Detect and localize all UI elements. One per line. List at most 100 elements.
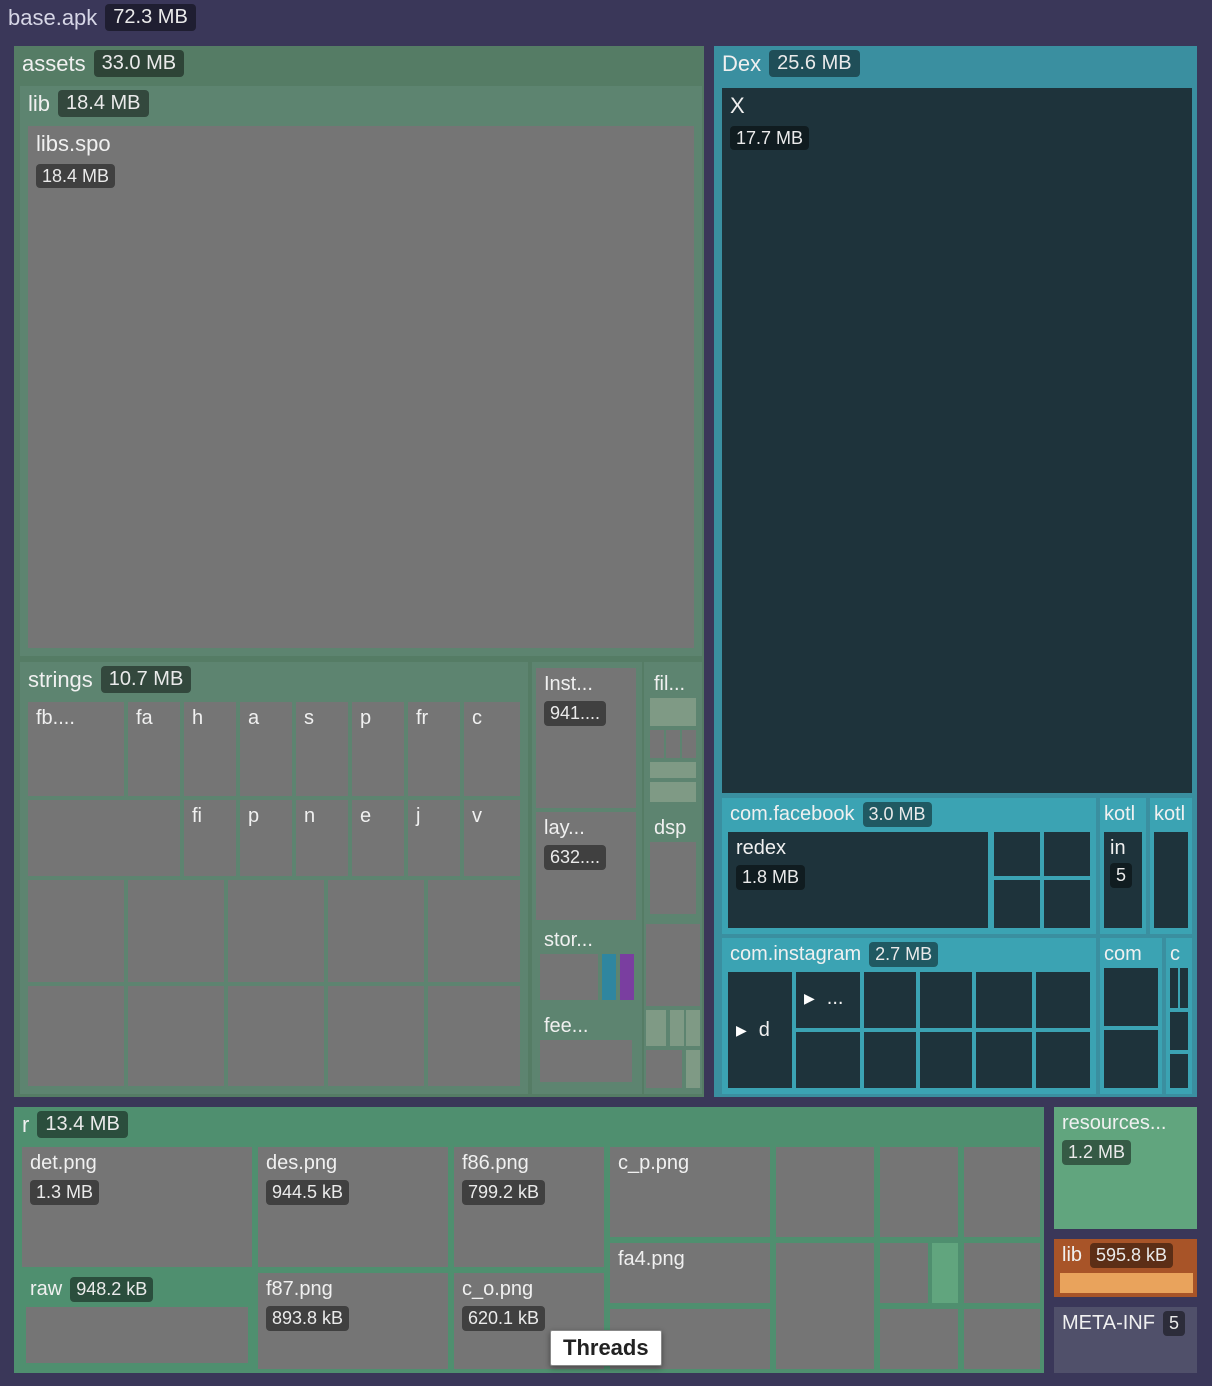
c-leaf2[interactable] [1180, 968, 1188, 1008]
node-des[interactable]: des.png 944.5 kB [258, 1147, 448, 1267]
cell-c[interactable]: c [464, 702, 520, 796]
stor-leaf-purple[interactable] [620, 954, 634, 1000]
comig-l4[interactable] [976, 972, 1032, 1028]
fil-leaf1[interactable] [650, 698, 696, 726]
cell-p[interactable]: p [352, 702, 404, 796]
cell-r4a[interactable] [28, 986, 124, 1086]
node-raw[interactable]: raw948.2 kB [22, 1273, 252, 1369]
cell-fi[interactable]: fi [184, 800, 236, 876]
c3b[interactable] [670, 1010, 684, 1046]
comig-dots[interactable]: ... [796, 972, 860, 1028]
node-dex[interactable]: Dex 25.6 MB X 17.7 MB com.facebook3.0 MB… [712, 44, 1199, 1099]
node-strings[interactable]: strings 10.7 MB fb.... fa h a s p fr c f… [20, 662, 528, 1094]
com-leaf1[interactable] [1104, 968, 1158, 1026]
comig-d[interactable]: d [728, 972, 792, 1088]
cell-s[interactable]: s [296, 702, 348, 796]
fil-leaf3[interactable] [666, 730, 680, 758]
comig-l7[interactable] [920, 1032, 972, 1088]
cell-v[interactable]: v [464, 800, 520, 876]
cell-r3a[interactable] [28, 880, 124, 982]
r-leaf-i[interactable] [964, 1309, 1040, 1369]
cell-r3c[interactable] [228, 880, 324, 982]
cell-r4e[interactable] [428, 986, 520, 1086]
node-kotl2[interactable]: kotl [1150, 798, 1192, 934]
kotl-in[interactable]: in 5 [1104, 832, 1142, 928]
cell-j[interactable]: j [408, 800, 460, 876]
node-lib[interactable]: lib 18.4 MB libs.spo 18.4 MB [20, 86, 702, 656]
comig-l6[interactable] [864, 1032, 916, 1088]
cell-r3b[interactable] [128, 880, 224, 982]
comig-l2[interactable] [864, 972, 916, 1028]
node-c-p[interactable]: c_p.png [610, 1147, 770, 1237]
node-stor[interactable]: stor... [536, 924, 636, 1006]
comig-l5[interactable] [1036, 972, 1090, 1028]
fil-leaf4[interactable] [682, 730, 696, 758]
node-meta-inf[interactable]: META-INF5 [1052, 1305, 1199, 1375]
c-leaf3[interactable] [1170, 1012, 1188, 1050]
node-libs-spo[interactable]: libs.spo 18.4 MB [28, 126, 694, 648]
node-dex-x[interactable]: X 17.7 MB [722, 88, 1192, 793]
col3-leaf1[interactable] [646, 924, 700, 1006]
cell-a[interactable]: a [240, 702, 292, 796]
node-lay[interactable]: lay... 632.... [536, 812, 636, 920]
c3a[interactable] [646, 1010, 666, 1046]
stor-leaf-blue[interactable] [602, 954, 616, 1000]
cell-r4d[interactable] [328, 986, 424, 1086]
c3e[interactable] [686, 1050, 700, 1088]
c-leaf4[interactable] [1170, 1054, 1188, 1088]
node-fa4[interactable]: fa4.png [610, 1243, 770, 1303]
node-lib-orange[interactable]: lib595.8 kB [1052, 1237, 1199, 1299]
r-leaf-h[interactable] [880, 1309, 958, 1369]
raw-leaf[interactable] [26, 1307, 248, 1363]
comig-l9[interactable] [1036, 1032, 1090, 1088]
node-r[interactable]: r13.4 MB det.png 1.3 MB des.png 944.5 kB… [12, 1105, 1046, 1375]
cell-fb[interactable]: fb.... [28, 702, 124, 796]
node-com[interactable]: com [1100, 938, 1162, 1094]
comfb-leaf4[interactable] [1044, 880, 1090, 928]
r-leaf-f[interactable] [964, 1243, 1040, 1303]
node-assets[interactable]: assets 33.0 MB lib 18.4 MB libs.spo 18.4… [12, 44, 706, 1099]
node-fee[interactable]: fee... [536, 1010, 636, 1088]
cell-fa[interactable]: fa [128, 702, 180, 796]
com-leaf2[interactable] [1104, 1030, 1158, 1088]
node-f86[interactable]: f86.png 799.2 kB [454, 1147, 604, 1267]
cell-r3d[interactable] [328, 880, 424, 982]
node-redex[interactable]: redex 1.8 MB [728, 832, 988, 928]
node-f87[interactable]: f87.png 893.8 kB [258, 1273, 448, 1369]
r-leaf-green[interactable] [932, 1243, 958, 1303]
node-com-facebook[interactable]: com.facebook3.0 MB redex 1.8 MB [722, 798, 1096, 934]
fee-leaf[interactable] [540, 1040, 632, 1082]
node-dsp[interactable]: dsp [646, 812, 700, 920]
cell-r4b[interactable] [128, 986, 224, 1086]
node-c[interactable]: c [1166, 938, 1192, 1094]
comig-l8[interactable] [976, 1032, 1032, 1088]
node-com-instagram[interactable]: com.instagram2.7 MB d ... [722, 938, 1096, 1094]
cell-r4c[interactable] [228, 986, 324, 1086]
r-leaf-e[interactable] [880, 1243, 928, 1303]
comfb-leaf1[interactable] [994, 832, 1040, 876]
cell-n[interactable]: n [296, 800, 348, 876]
cell-h[interactable]: h [184, 702, 236, 796]
fil-leaf6[interactable] [650, 782, 696, 802]
r-leaf-a[interactable] [776, 1147, 874, 1237]
node-kotl1[interactable]: kotl in 5 [1100, 798, 1146, 934]
r-leaf-b[interactable] [880, 1147, 958, 1237]
node-fil[interactable]: fil... [646, 668, 700, 808]
c-leaf1[interactable] [1170, 968, 1178, 1008]
cell-r2a[interactable] [28, 800, 180, 876]
dsp-leaf[interactable] [650, 842, 696, 914]
lib-orange-leaf[interactable] [1060, 1273, 1193, 1293]
kotl2-leaf[interactable] [1154, 832, 1188, 928]
cell-e[interactable]: e [352, 800, 404, 876]
fil-leaf5[interactable] [650, 762, 696, 778]
r-leaf-d[interactable] [776, 1243, 874, 1369]
comfb-leaf3[interactable] [994, 880, 1040, 928]
cell-r3e[interactable] [428, 880, 520, 982]
fil-leaf2[interactable] [650, 730, 664, 758]
stor-leaf1[interactable] [540, 954, 598, 1000]
cell-fr[interactable]: fr [408, 702, 460, 796]
comig-l1[interactable] [796, 1032, 860, 1088]
r-leaf-c[interactable] [964, 1147, 1040, 1237]
c3d[interactable] [646, 1050, 682, 1088]
root-header[interactable]: base.apk 72.3 MB [0, 0, 1212, 36]
